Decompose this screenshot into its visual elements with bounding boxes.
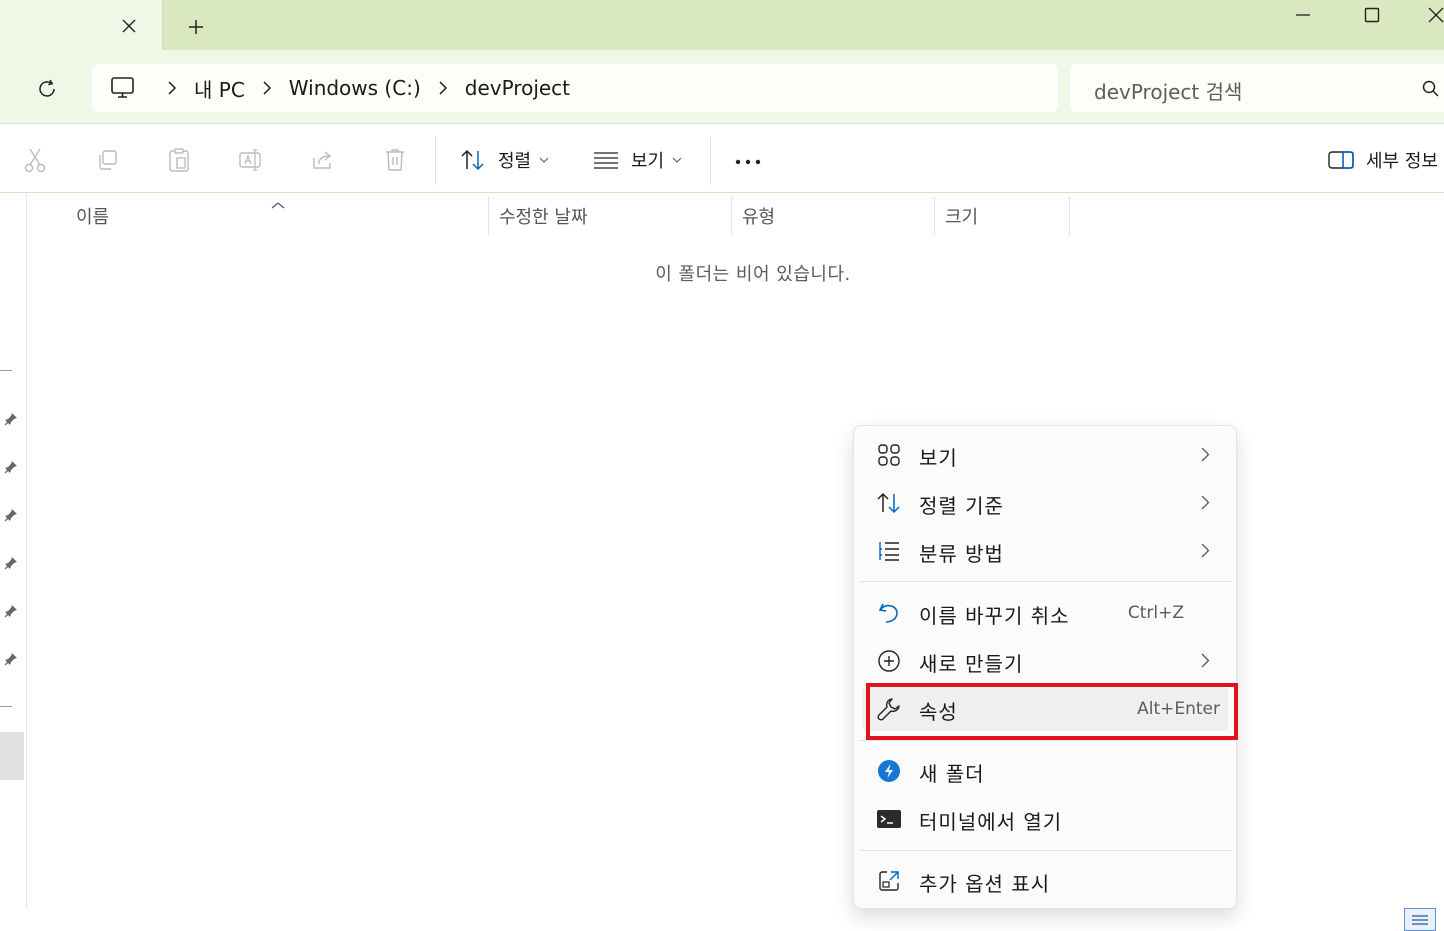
details-pane-icon: [1328, 151, 1354, 169]
breadcrumb-chevron-icon[interactable]: [249, 81, 285, 95]
paste-icon[interactable]: [166, 147, 192, 173]
search-icon[interactable]: [1422, 80, 1440, 102]
title-bar: [0, 0, 1444, 50]
column-divider[interactable]: [731, 196, 732, 236]
app-icon: [876, 759, 902, 783]
column-header-size[interactable]: 크기: [945, 196, 1067, 236]
highlight-box: [866, 683, 1238, 740]
copy-icon[interactable]: [94, 147, 120, 173]
chevron-down-icon: [539, 157, 549, 164]
sort-button[interactable]: 정렬: [460, 145, 549, 175]
add-circle-icon: [876, 649, 902, 673]
maximize-icon[interactable]: [1357, 4, 1387, 26]
breadcrumb[interactable]: 내 PC Windows (C:) devProject: [92, 64, 1058, 112]
details-view-icon[interactable]: [1404, 908, 1436, 931]
grid-icon: [876, 443, 902, 467]
menu-item-label: 새로 만들기: [919, 652, 1024, 676]
menu-item-label: 추가 옵션 표시: [919, 872, 1051, 896]
menu-item-label: 터미널에서 열기: [919, 810, 1063, 834]
nav-divider: [0, 706, 12, 707]
menu-item-label: 보기: [919, 446, 958, 470]
share-icon[interactable]: [310, 147, 336, 173]
new-tab-icon[interactable]: [183, 14, 209, 40]
sort-icon: [461, 149, 484, 171]
sort-icon: [876, 491, 902, 515]
refresh-icon[interactable]: [34, 76, 60, 102]
details-pane-button[interactable]: 세부 정보: [1328, 145, 1438, 175]
delete-icon[interactable]: [382, 147, 408, 173]
empty-folder-message: 이 폴더는 비어 있습니다.: [655, 264, 851, 285]
breadcrumb-devproject[interactable]: devProject: [461, 76, 574, 100]
menu-item-label: 이름 바꾸기 취소: [919, 604, 1070, 628]
menu-item-show-more-options[interactable]: 추가 옵션 표시: [862, 859, 1228, 903]
pin-icon[interactable]: [2, 506, 20, 524]
close-window-icon[interactable]: [1428, 4, 1444, 26]
chevron-down-icon: [672, 157, 682, 164]
chevron-right-icon: [1201, 653, 1210, 672]
toolbar-divider: [710, 137, 711, 185]
menu-item-undo-rename[interactable]: 이름 바꾸기 취소 Ctrl+Z: [862, 591, 1228, 635]
pin-icon[interactable]: [2, 602, 20, 620]
pin-icon[interactable]: [2, 410, 20, 428]
chevron-right-icon: [1201, 447, 1210, 466]
breadcrumb-windows-c[interactable]: Windows (C:): [285, 76, 425, 100]
view-label: 보기: [631, 151, 665, 172]
chevron-right-icon: [1201, 543, 1210, 562]
menu-item-open-in-terminal[interactable]: 터미널에서 열기: [862, 797, 1228, 841]
context-menu: 보기 정렬 기준 분류 방법 이름 바꾸기 취소 Ctrl+Z 새로 만들기 속…: [853, 425, 1237, 909]
navigation-pane[interactable]: [0, 194, 27, 908]
menu-separator: [860, 740, 1232, 741]
close-tab-icon[interactable]: [117, 14, 141, 38]
chevron-right-icon: [1201, 495, 1210, 514]
minimize-icon[interactable]: [1288, 4, 1318, 26]
column-divider[interactable]: [488, 196, 489, 236]
menu-item-shortcut: Ctrl+Z: [1127, 603, 1184, 623]
view-list-icon: [594, 152, 618, 169]
pin-icon[interactable]: [2, 554, 20, 572]
expand-icon: [876, 869, 902, 893]
view-button[interactable]: 보기: [593, 145, 682, 175]
column-header-type[interactable]: 유형: [742, 196, 932, 236]
column-divider[interactable]: [1069, 196, 1070, 236]
menu-item-label: 새 폴더: [919, 762, 985, 786]
undo-icon: [876, 601, 902, 625]
this-pc-icon[interactable]: [110, 76, 136, 100]
address-row: 내 PC Windows (C:) devProject devProject …: [0, 50, 1444, 124]
menu-item-label: 분류 방법: [919, 542, 1004, 566]
tab-devproject[interactable]: [0, 0, 163, 50]
menu-item-sort-by[interactable]: 정렬 기준: [862, 481, 1228, 525]
nav-selected-item[interactable]: [0, 732, 24, 780]
menu-item-view[interactable]: 보기: [862, 433, 1228, 477]
search-placeholder: devProject 검색: [1094, 80, 1243, 104]
toolbar-divider: [435, 137, 436, 185]
menu-item-new-folder[interactable]: 새 폴더: [862, 749, 1228, 793]
menu-separator: [860, 581, 1232, 582]
group-by-icon: [876, 539, 902, 563]
details-label: 세부 정보: [1366, 151, 1438, 172]
breadcrumb-this-pc[interactable]: 내 PC: [190, 74, 249, 103]
more-options-icon[interactable]: [733, 147, 763, 177]
breadcrumb-chevron-icon[interactable]: [154, 81, 190, 95]
menu-item-label: 정렬 기준: [919, 494, 1004, 518]
rename-icon[interactable]: [238, 147, 264, 173]
command-bar: 정렬 보기 세부 정보: [0, 125, 1444, 193]
column-header-date[interactable]: 수정한 날짜: [499, 196, 729, 236]
pin-icon[interactable]: [2, 650, 20, 668]
nav-divider: [0, 370, 12, 371]
sort-label: 정렬: [498, 151, 532, 172]
column-divider[interactable]: [934, 196, 935, 236]
menu-item-new[interactable]: 새로 만들기: [862, 639, 1228, 683]
menu-item-group-by[interactable]: 분류 방법: [862, 529, 1228, 573]
menu-separator: [860, 850, 1232, 851]
cut-icon[interactable]: [22, 147, 48, 173]
search-input[interactable]: devProject 검색: [1070, 64, 1444, 112]
pin-icon[interactable]: [2, 458, 20, 476]
column-header-name[interactable]: 이름: [76, 196, 486, 236]
terminal-icon: [876, 807, 902, 831]
breadcrumb-chevron-icon[interactable]: [425, 81, 461, 95]
